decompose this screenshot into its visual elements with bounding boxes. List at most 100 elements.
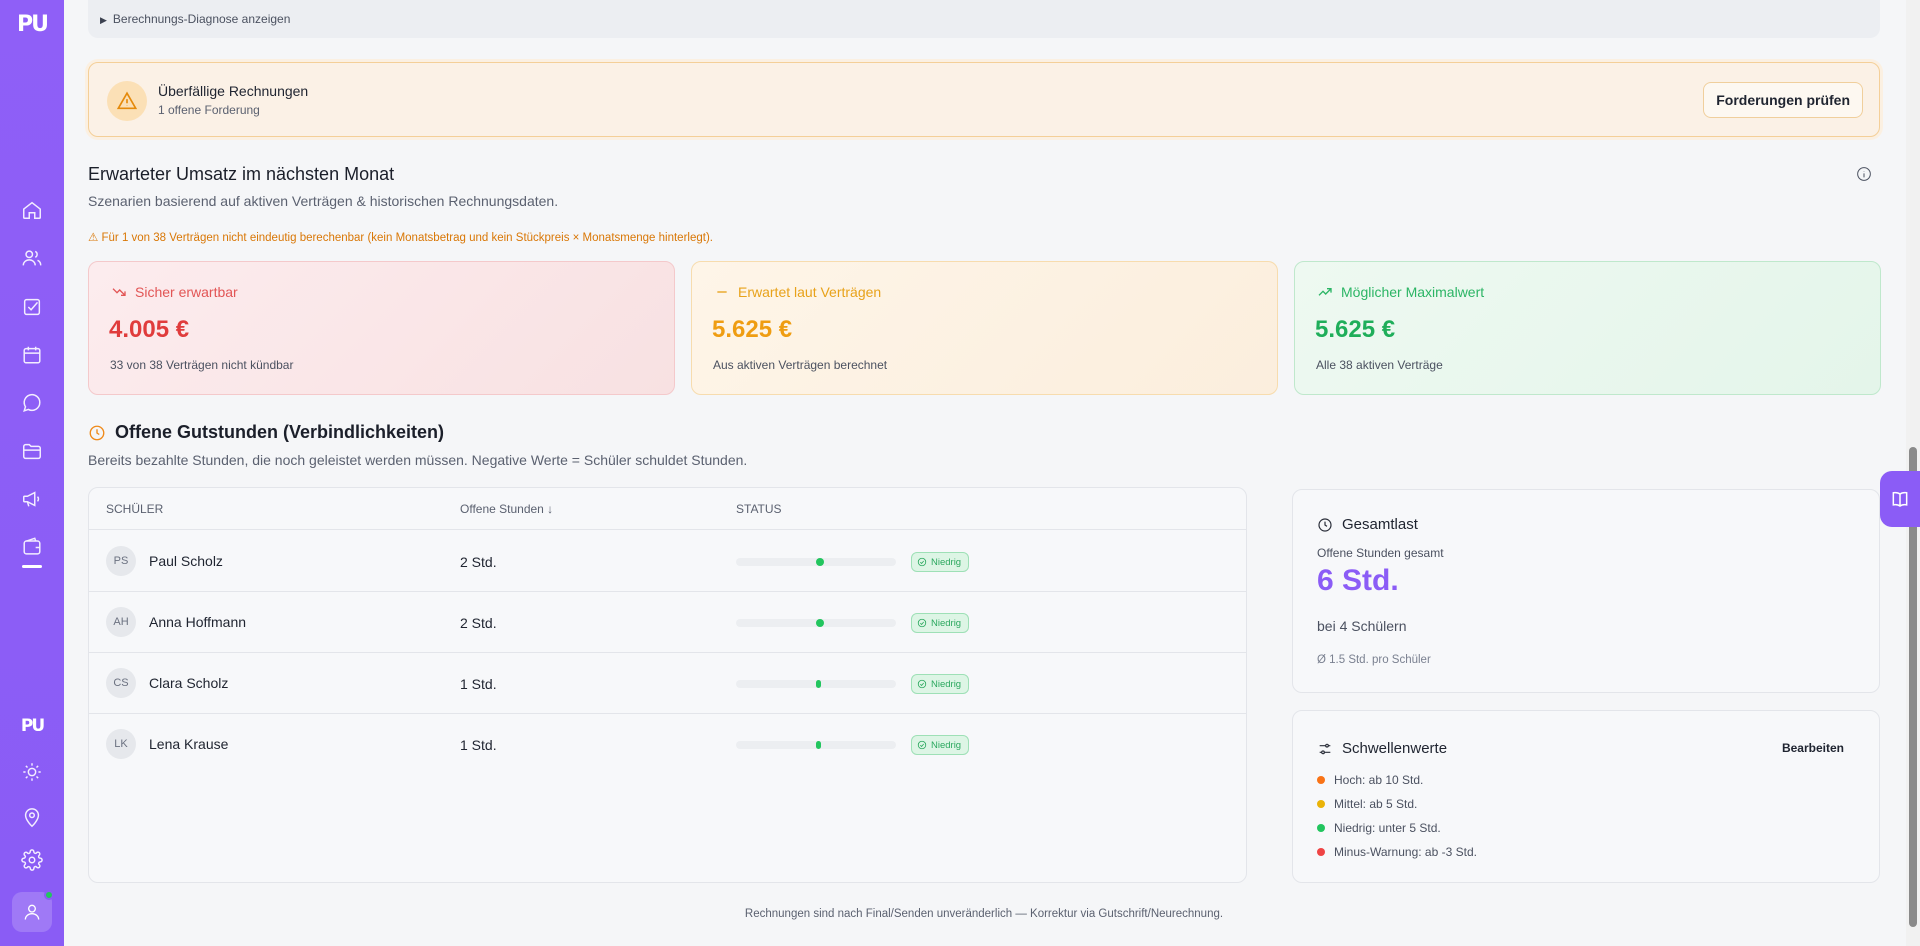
thresholds-title: Schwellenwerte [1317, 740, 1447, 757]
overdue-alert: Überfällige Rechnungen 1 offene Forderun… [88, 62, 1880, 137]
table-row[interactable]: AH Anna Hoffmann 2 Std. Niedrig [89, 592, 1246, 653]
location-pin-icon[interactable] [20, 806, 44, 830]
card-value: 5.625 € [712, 316, 793, 343]
trending-up-icon [1318, 288, 1332, 296]
table-header: SCHÜLER Offene Stunden ↓ STATUS [89, 488, 1246, 530]
hours-bar-fill [816, 558, 824, 566]
student-name: Anna Hoffmann [149, 614, 247, 630]
student-name: Paul Scholz [149, 553, 223, 569]
settings-gear-icon[interactable] [20, 848, 44, 872]
nav-active-indicator [22, 565, 42, 568]
hours-bar [736, 558, 896, 566]
total-title: Gesamtlast [1317, 516, 1418, 533]
total-average: Ø 1.5 Std. pro Schüler [1317, 654, 1431, 666]
revenue-warning: ⚠ Für 1 von 38 Verträgen nicht eindeutig… [88, 232, 713, 244]
hours-bar-fill [816, 741, 821, 749]
sidebar: PU PU [0, 0, 64, 946]
open-hours: 1 Std. [460, 737, 497, 753]
column-open-hours[interactable]: Offene Stunden ↓ [460, 502, 553, 516]
revenue-title: Erwarteter Umsatz im nächsten Monat [88, 164, 395, 184]
secondary-logo[interactable]: PU [20, 716, 45, 736]
card-label: Möglicher Maximalwert [1341, 284, 1485, 300]
hours-bar-fill [816, 680, 821, 688]
column-student[interactable]: SCHÜLER [106, 502, 163, 516]
credits-table: SCHÜLER Offene Stunden ↓ STATUS PS Paul S… [88, 487, 1247, 883]
app-logo[interactable]: PU [14, 12, 50, 38]
table-row[interactable]: PS Paul Scholz 2 Std. Niedrig [89, 531, 1246, 592]
card-value: 4.005 € [109, 316, 190, 343]
user-icon [24, 904, 40, 920]
open-hours: 1 Std. [460, 676, 497, 692]
status-badge: Niedrig [911, 613, 970, 633]
help-book-button[interactable] [1880, 471, 1920, 527]
thresholds-panel: Schwellenwerte Bearbeiten Hoch: ab 10 St… [1292, 710, 1880, 883]
threshold-dot [1317, 776, 1325, 784]
hours-bar-fill [816, 619, 824, 627]
nav-folder-icon[interactable] [20, 439, 44, 463]
card-note: 33 von 38 Verträgen nicht kündbar [110, 358, 294, 372]
warning-triangle-icon [107, 81, 147, 121]
nav-megaphone-icon[interactable] [20, 487, 44, 511]
status-badge: Niedrig [911, 735, 970, 755]
expand-triangle-icon: ▶ [100, 15, 107, 25]
credits-title: Offene Gutstunden (Verbindlichkeiten) [88, 422, 444, 443]
check-circle-icon [917, 557, 927, 567]
status-badge: Niedrig [911, 552, 970, 572]
check-circle-icon [917, 740, 927, 750]
revenue-card-expected: Erwartet laut Verträgen 5.625 € Aus akti… [691, 261, 1278, 395]
open-hours: 2 Std. [460, 615, 497, 631]
diagnostics-toggle[interactable]: ▶ Berechnungs-Diagnose anzeigen [88, 0, 1880, 38]
student-name: Clara Scholz [149, 675, 229, 691]
edit-thresholds-button[interactable]: Bearbeiten [1782, 741, 1844, 755]
check-claims-button[interactable]: Forderungen prüfen [1703, 82, 1863, 118]
hours-bar [736, 619, 896, 627]
nav-home-icon[interactable] [20, 198, 44, 222]
card-value: 5.625 € [1315, 316, 1396, 343]
nav-users-icon[interactable] [20, 246, 44, 270]
info-icon[interactable] [1856, 166, 1874, 184]
main-content: ▶ Berechnungs-Diagnose anzeigen Überfälli… [64, 0, 1900, 946]
open-hours: 2 Std. [460, 554, 497, 570]
nav-wallet-icon[interactable] [20, 535, 44, 559]
revenue-card-safe: Sicher erwartbar 4.005 € 33 von 38 Vertr… [88, 261, 675, 395]
threshold-item: Mittel: ab 5 Std. [1317, 797, 1417, 811]
card-note: Aus aktiven Verträgen berechnet [713, 358, 888, 372]
credits-subtitle: Bereits bezahlte Stunden, die noch gelei… [88, 452, 748, 468]
clock-icon [1318, 517, 1332, 532]
threshold-item: Hoch: ab 10 Std. [1317, 773, 1423, 787]
card-note: Alle 38 aktiven Verträge [1316, 358, 1443, 372]
book-icon [1892, 491, 1908, 508]
threshold-item: Minus-Warnung: ab -3 Std. [1317, 845, 1477, 859]
student-name: Lena Krause [149, 736, 229, 752]
hours-bar [736, 680, 896, 688]
threshold-dot [1317, 824, 1325, 832]
check-circle-icon [917, 618, 927, 628]
hours-bar [736, 741, 896, 749]
check-circle-icon [917, 679, 927, 689]
nav-tasks-icon[interactable] [20, 295, 44, 319]
nav-calendar-icon[interactable] [20, 343, 44, 367]
overdue-title: Überfällige Rechnungen [158, 83, 309, 99]
avatar: LK [106, 729, 136, 759]
avatar: PS [106, 546, 136, 576]
threshold-dot [1317, 800, 1325, 808]
table-row[interactable]: LK Lena Krause 1 Std. Niedrig [89, 714, 1246, 775]
clock-icon [89, 425, 105, 440]
card-label: Sicher erwartbar [135, 284, 238, 300]
total-load-panel: Gesamtlast Offene Stunden gesamt 6 Std. … [1292, 489, 1880, 693]
total-label: Offene Stunden gesamt [1317, 546, 1444, 560]
avatar: AH [106, 607, 136, 637]
overdue-subtitle: 1 offene Forderung [158, 103, 260, 117]
column-status[interactable]: STATUS [736, 502, 782, 516]
avatar: CS [106, 668, 136, 698]
status-badge: Niedrig [911, 674, 970, 694]
theme-sun-icon[interactable] [20, 760, 44, 784]
diagnostics-label: Berechnungs-Diagnose anzeigen [112, 12, 291, 26]
minus-icon [717, 291, 727, 293]
card-label: Erwartet laut Verträgen [738, 284, 882, 300]
trending-down-icon [112, 288, 126, 296]
online-status-dot [44, 890, 54, 900]
footer-note: Rechnungen sind nach Final/Senden unverä… [744, 908, 1224, 920]
nav-messages-icon[interactable] [20, 391, 44, 415]
table-row[interactable]: CS Clara Scholz 1 Std. Niedrig [89, 653, 1246, 714]
